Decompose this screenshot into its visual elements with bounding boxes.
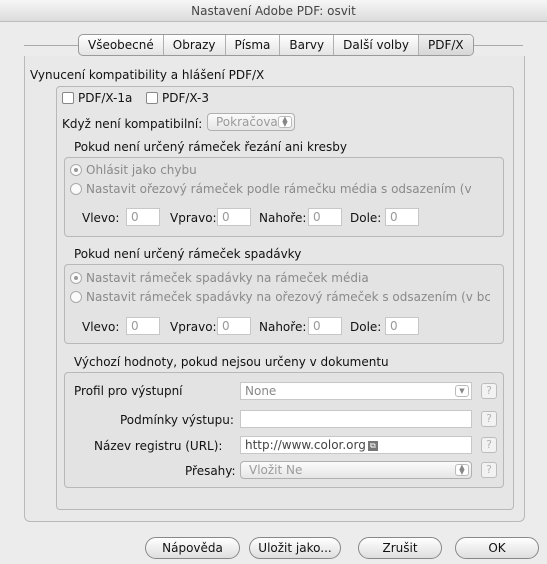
pdfx3-label: PDF/X-3 [162, 91, 210, 105]
profile-help-button[interactable]: ? [481, 383, 497, 399]
profile-dropdown-icon[interactable]: ▼ [455, 385, 469, 397]
trim-option-offset[interactable]: Nastavit ořezový rámeček podle rámečku m… [70, 182, 490, 196]
profile-combo[interactable]: None ▼ [240, 382, 472, 400]
cancel-button[interactable]: Zrušit [358, 537, 442, 559]
trim-option1-label: Ohlásit jako chybu [86, 163, 197, 177]
pdfx1a-label: PDF/X-1a [78, 91, 133, 105]
trim-right-field[interactable]: 0 [217, 208, 251, 226]
help-button[interactable]: Nápověda [145, 537, 240, 559]
condition-help-button[interactable]: ? [481, 411, 497, 427]
save-as-button[interactable]: Uložit jako... [249, 537, 341, 559]
bleed-top-label: Nahoře: [259, 320, 307, 334]
trim-left-field[interactable]: 0 [126, 208, 160, 226]
checkbox-box[interactable] [62, 92, 74, 104]
link-icon[interactable]: ⧉ [367, 440, 378, 451]
tab-dalsi-volby[interactable]: Další volby [334, 35, 419, 55]
ok-button[interactable]: OK [455, 537, 539, 559]
bleed-option1-label: Nastavit rámeček spadávky na rámeček méd… [86, 271, 369, 285]
bleed-right-field[interactable]: 0 [217, 317, 251, 335]
registry-value: http://www.color.org [245, 438, 366, 452]
trapped-popup[interactable]: Vložit Ne ▲ ▼ [240, 461, 472, 479]
trim-section-title: Pokud není určený rámeček řezání ani kre… [74, 140, 347, 154]
dialog-window: Nastavení Adobe PDF: osvit Všeobecné Obr… [0, 0, 547, 564]
trim-left-label: Vlevo: [82, 211, 120, 225]
bleed-option2-label: Nastavit rámeček spadávky na ořezový rám… [86, 290, 490, 304]
bleed-left-label: Vlevo: [82, 320, 120, 334]
tab-pdfx[interactable]: PDF/X [418, 35, 473, 55]
tab-pisma[interactable]: Písma [226, 35, 281, 55]
bleed-option-media[interactable]: Nastavit rámeček spadávky na rámeček méd… [70, 271, 490, 285]
trim-option2-label: Nastavit ořezový rámeček podle rámečku m… [86, 182, 472, 196]
section-title-compat: Vynucení kompatibility a hlášení PDF/X [30, 68, 265, 82]
bleed-bottom-field[interactable]: 0 [385, 317, 419, 335]
trapped-help-button[interactable]: ? [481, 462, 497, 478]
bleed-section-title: Pokud není určený rámeček spadávky [74, 247, 302, 261]
registry-help-button[interactable]: ? [481, 437, 497, 453]
bleed-option-offset[interactable]: Nastavit rámeček spadávky na ořezový rám… [70, 290, 490, 304]
trim-top-field[interactable]: 0 [308, 208, 342, 226]
noncompliant-label: Když není kompatibilní: [62, 117, 203, 131]
profile-label: Profil pro výstupní [74, 384, 183, 398]
tab-vseobecne[interactable]: Všeobecné [79, 35, 164, 55]
registry-label: Název registru (URL): [94, 439, 223, 453]
trim-top-label: Nahoře: [259, 211, 307, 225]
noncompliant-value: Pokračovat [216, 115, 283, 129]
trim-right-label: Vpravo: [170, 211, 217, 225]
trim-option-error[interactable]: Ohlásit jako chybu [70, 163, 490, 177]
checkbox-box[interactable] [146, 92, 158, 104]
bleed-left-field[interactable]: 0 [126, 317, 160, 335]
trim-bottom-label: Dole: [350, 211, 382, 225]
radio-button[interactable] [70, 272, 82, 284]
noncompliant-popup[interactable]: Pokračovat ▲ ▼ [207, 113, 295, 131]
tab-barvy[interactable]: Barvy [280, 35, 335, 55]
radio-button[interactable] [70, 183, 82, 195]
window-title: Nastavení Adobe PDF: osvit [0, 0, 547, 22]
trapped-label: Přesahy: [185, 464, 236, 478]
trim-bottom-field[interactable]: 0 [385, 208, 419, 226]
popup-arrows-icon: ▲ ▼ [455, 464, 469, 476]
defaults-section-title: Výchozí hodnoty, pokud nejsou určeny v d… [74, 355, 389, 369]
popup-arrows-icon: ▲ ▼ [278, 116, 292, 128]
bleed-bottom-label: Dole: [350, 320, 382, 334]
pdfx1a-checkbox[interactable]: PDF/X-1a [62, 91, 132, 105]
trapped-value: Vložit Ne [249, 463, 303, 477]
profile-value: None [245, 384, 277, 398]
tab-obrazy[interactable]: Obrazy [164, 35, 226, 55]
radio-button[interactable] [70, 164, 82, 176]
bleed-right-label: Vpravo: [170, 320, 217, 334]
registry-field[interactable]: http://www.color.org ⧉ [240, 436, 472, 454]
condition-field[interactable] [240, 410, 472, 428]
bleed-top-field[interactable]: 0 [308, 317, 342, 335]
pdfx3-checkbox[interactable]: PDF/X-3 [146, 91, 209, 105]
radio-button[interactable] [70, 291, 82, 303]
tab-bar: Všeobecné Obrazy Písma Barvy Další volby… [78, 34, 474, 56]
condition-label: Podmínky výstupu: [120, 413, 234, 427]
